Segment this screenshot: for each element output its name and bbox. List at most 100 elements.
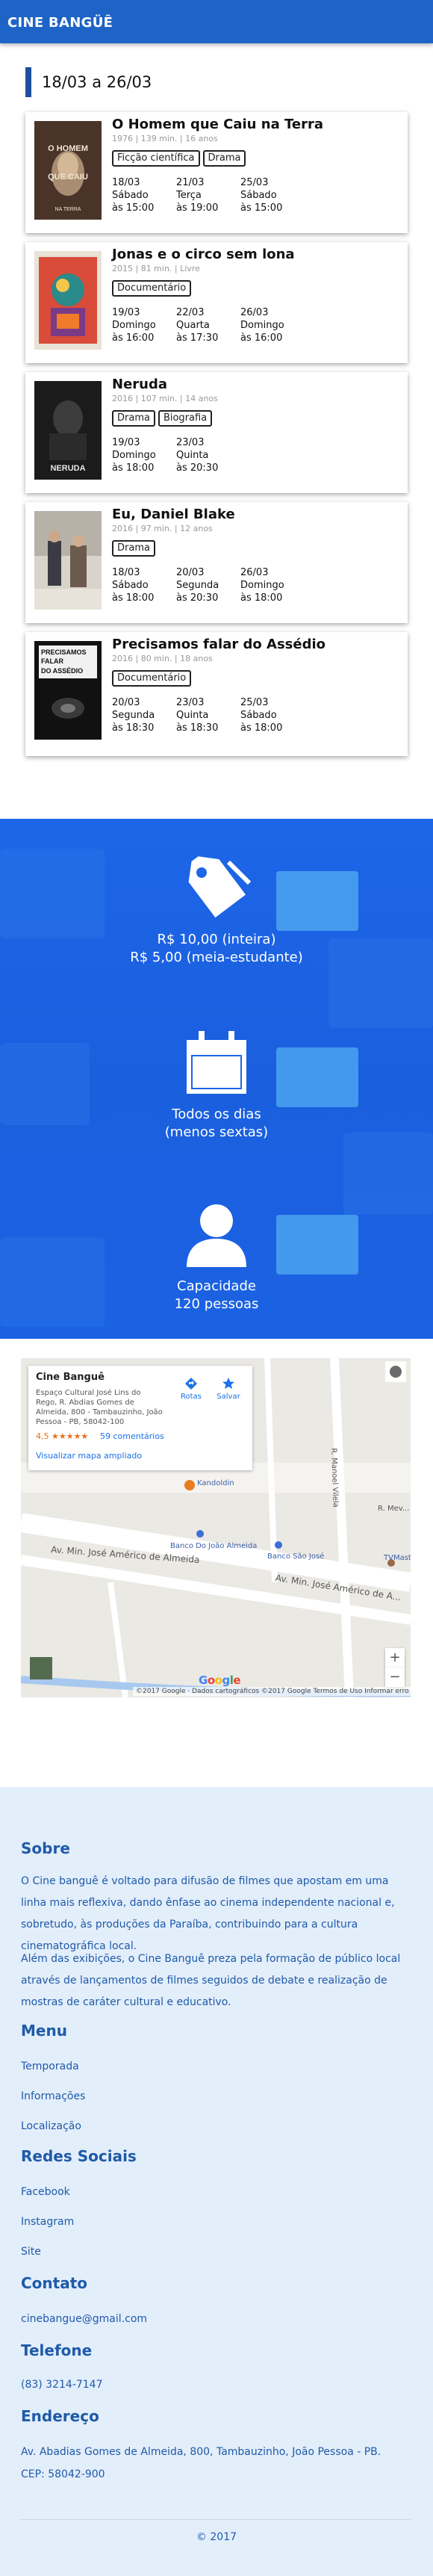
- genre-tag: Drama: [112, 540, 155, 557]
- top-navbar: CINE BANGÜÊ: [0, 0, 433, 43]
- session: 21/03 Terça às 19:00: [176, 177, 219, 214]
- movie-title[interactable]: Precisamos falar do Assédio: [112, 637, 402, 653]
- poi-bank1[interactable]: Banco Do João Almeida: [170, 1542, 257, 1550]
- menu-title: Menu: [21, 2022, 67, 2040]
- contact-title: Contato: [21, 2274, 88, 2292]
- movie-list: O HOMEM QUE CAIU NA TERRA O Homem que Ca…: [25, 112, 408, 765]
- session: 19/03 Domingo às 18:00: [112, 437, 156, 474]
- svg-text:PRECISAMOS: PRECISAMOS: [41, 648, 87, 656]
- menu-link-temporada[interactable]: Temporada: [21, 2056, 79, 2077]
- map-pin-icon[interactable]: [184, 1480, 195, 1490]
- movie-title[interactable]: Neruda: [112, 377, 402, 393]
- social-link-facebook[interactable]: Facebook: [21, 2182, 70, 2202]
- session: 25/03 Sábado às 18:00: [240, 697, 283, 734]
- movie-poster-image: NERUDA: [34, 381, 102, 480]
- movie-title[interactable]: Eu, Daniel Blake: [112, 507, 402, 523]
- movie-poster-image: O HOMEM QUE CAIU NA TERRA: [34, 121, 102, 220]
- contact-email-link[interactable]: cinebangue@gmail.com: [21, 2309, 147, 2329]
- street-r: R. Mev...: [378, 1505, 410, 1513]
- site-footer: Sobre O Cine banguê é voltado para difus…: [0, 1787, 433, 2576]
- movie-meta: 2016 | 80 min. | 18 anos: [112, 654, 213, 663]
- movie-poster-image: [34, 511, 102, 610]
- svg-text:DO ASSÉDIO: DO ASSÉDIO: [41, 667, 83, 675]
- price-half: R$ 5,00 (meia-estudante): [130, 950, 303, 965]
- capacity-line1: Capacidade: [177, 1278, 256, 1294]
- genre-tag: Drama: [202, 150, 246, 167]
- about-title: Sobre: [21, 1839, 70, 1857]
- about-paragraph-1: O Cine banguê é voltado para difusão de …: [21, 1875, 395, 1952]
- routes-button[interactable]: Rotas: [173, 1376, 209, 1401]
- session: 26/03 Domingo às 16:00: [240, 307, 284, 344]
- poi-kandoldin[interactable]: Kandoldin: [197, 1479, 234, 1487]
- user-icon: [187, 1204, 246, 1267]
- session: 23/03 Quinta às 20:30: [176, 437, 219, 474]
- svg-text:NA TERRA: NA TERRA: [55, 207, 81, 212]
- phone-number: (83) 3214-7147: [21, 2379, 103, 2391]
- zoom-in-button[interactable]: +: [385, 1648, 405, 1668]
- movie-card[interactable]: Eu, Daniel Blake 2016 | 97 min. | 12 ano…: [25, 502, 408, 623]
- map-attribution[interactable]: ©2017 Google · Dados cartográficos ©2017…: [133, 1687, 411, 1696]
- price-full: R$ 10,00 (inteira): [157, 932, 276, 947]
- genre-tag: Ficção científica: [112, 150, 200, 167]
- star-icon: [222, 1378, 234, 1389]
- movie-meta: 2016 | 107 min. | 14 anos: [112, 394, 218, 403]
- movie-poster-image: [34, 251, 102, 350]
- svg-text:QUE CAIU: QUE CAIU: [48, 173, 88, 182]
- days-line2: (menos sextas): [164, 1124, 269, 1140]
- movie-poster-image: PRECISAMOS FALAR DO ASSÉDIO: [34, 641, 102, 740]
- movie-meta: 1976 | 139 min. | 16 anos: [112, 134, 218, 143]
- movie-title[interactable]: Jonas e o circo sem lona: [112, 247, 402, 263]
- save-button[interactable]: Salvar: [211, 1376, 246, 1401]
- address-line-2: CEP: 58042-900: [21, 2468, 105, 2480]
- session: 22/03 Quarta às 17:30: [176, 307, 219, 344]
- larger-map-link[interactable]: Visualizar mapa ampliado: [36, 1451, 142, 1461]
- svg-text:O HOMEM: O HOMEM: [48, 144, 88, 153]
- movie-title[interactable]: O Homem que Caiu na Terra: [112, 117, 402, 133]
- address-title: Endereço: [21, 2407, 99, 2425]
- address-line-1: Av. Abadias Gomes de Almeida, 800, Tamba…: [21, 2446, 381, 2458]
- place-name: Cine Banguê: [36, 1372, 105, 1383]
- menu-link-localizacao[interactable]: Localização: [21, 2116, 81, 2137]
- session: 20/03 Segunda às 20:30: [176, 567, 219, 604]
- location-map[interactable]: Cine Banguê Espaço Cultural José Lins do…: [21, 1358, 411, 1697]
- days-feature: Todos os dias (menos sextas): [0, 1027, 433, 1142]
- footer-divider: [21, 2519, 411, 2520]
- movie-card[interactable]: Jonas e o circo sem lona 2015 | 81 min. …: [25, 242, 408, 363]
- social-link-site[interactable]: Site: [21, 2241, 41, 2262]
- about-paragraph-2: Além das exibições, o Cine Banguê preza …: [21, 1953, 401, 2008]
- zoom-out-button[interactable]: −: [385, 1668, 405, 1687]
- capacity-line2: 120 pessoas: [174, 1296, 259, 1312]
- poi-bank2[interactable]: Banco São José: [267, 1552, 324, 1561]
- info-band: R$ 10,00 (inteira) R$ 5,00 (meia-estudan…: [0, 819, 433, 1339]
- days-line1: Todos os dias: [172, 1106, 261, 1122]
- genre-tag: Drama: [112, 410, 155, 427]
- session: 26/03 Domingo às 18:00: [240, 567, 284, 604]
- week-label: 18/03 a 26/03: [42, 73, 152, 91]
- session: 23/03 Quinta às 18:30: [176, 697, 219, 734]
- directions-icon: [185, 1378, 197, 1390]
- menu-link-informacoes[interactable]: Informações: [21, 2086, 85, 2107]
- site-brand-link[interactable]: CINE BANGÜÊ: [7, 15, 113, 31]
- social-link-instagram[interactable]: Instagram: [21, 2211, 74, 2232]
- week-heading: 18/03 a 26/03: [25, 67, 152, 97]
- movie-card[interactable]: PRECISAMOS FALAR DO ASSÉDIO Precisamos f…: [25, 632, 408, 756]
- google-logo: Google: [199, 1674, 241, 1687]
- movie-meta: 2015 | 81 min. | Livre: [112, 264, 200, 273]
- genre-tag: Documentário: [112, 670, 192, 687]
- phone-title: Telefone: [21, 2341, 93, 2359]
- copyright: © 2017: [196, 2531, 237, 2543]
- place-rating: 4,5 ★★★★★: [36, 1431, 89, 1441]
- capacity-feature: Capacidade 120 pessoas: [0, 1198, 433, 1313]
- session: 18/03 Sábado às 15:00: [112, 177, 155, 214]
- reviews-link[interactable]: 59 comentários: [100, 1431, 164, 1441]
- svg-text:FALAR: FALAR: [41, 657, 63, 665]
- session: 18/03 Sábado às 18:00: [112, 567, 155, 604]
- movie-card[interactable]: NERUDA Neruda 2016 | 107 min. | 14 anos …: [25, 372, 408, 493]
- social-title: Redes Sociais: [21, 2147, 137, 2165]
- svg-text:NERUDA: NERUDA: [50, 464, 85, 473]
- movie-card[interactable]: O HOMEM QUE CAIU NA TERRA O Homem que Ca…: [25, 112, 408, 233]
- calendar-icon: [187, 1031, 246, 1094]
- place-address: Espaço Cultural José Lins do Rego, R. Ab…: [36, 1389, 163, 1426]
- movie-meta: 2016 | 97 min. | 12 anos: [112, 524, 213, 533]
- poi-tvmaster[interactable]: TVMast...: [384, 1554, 411, 1562]
